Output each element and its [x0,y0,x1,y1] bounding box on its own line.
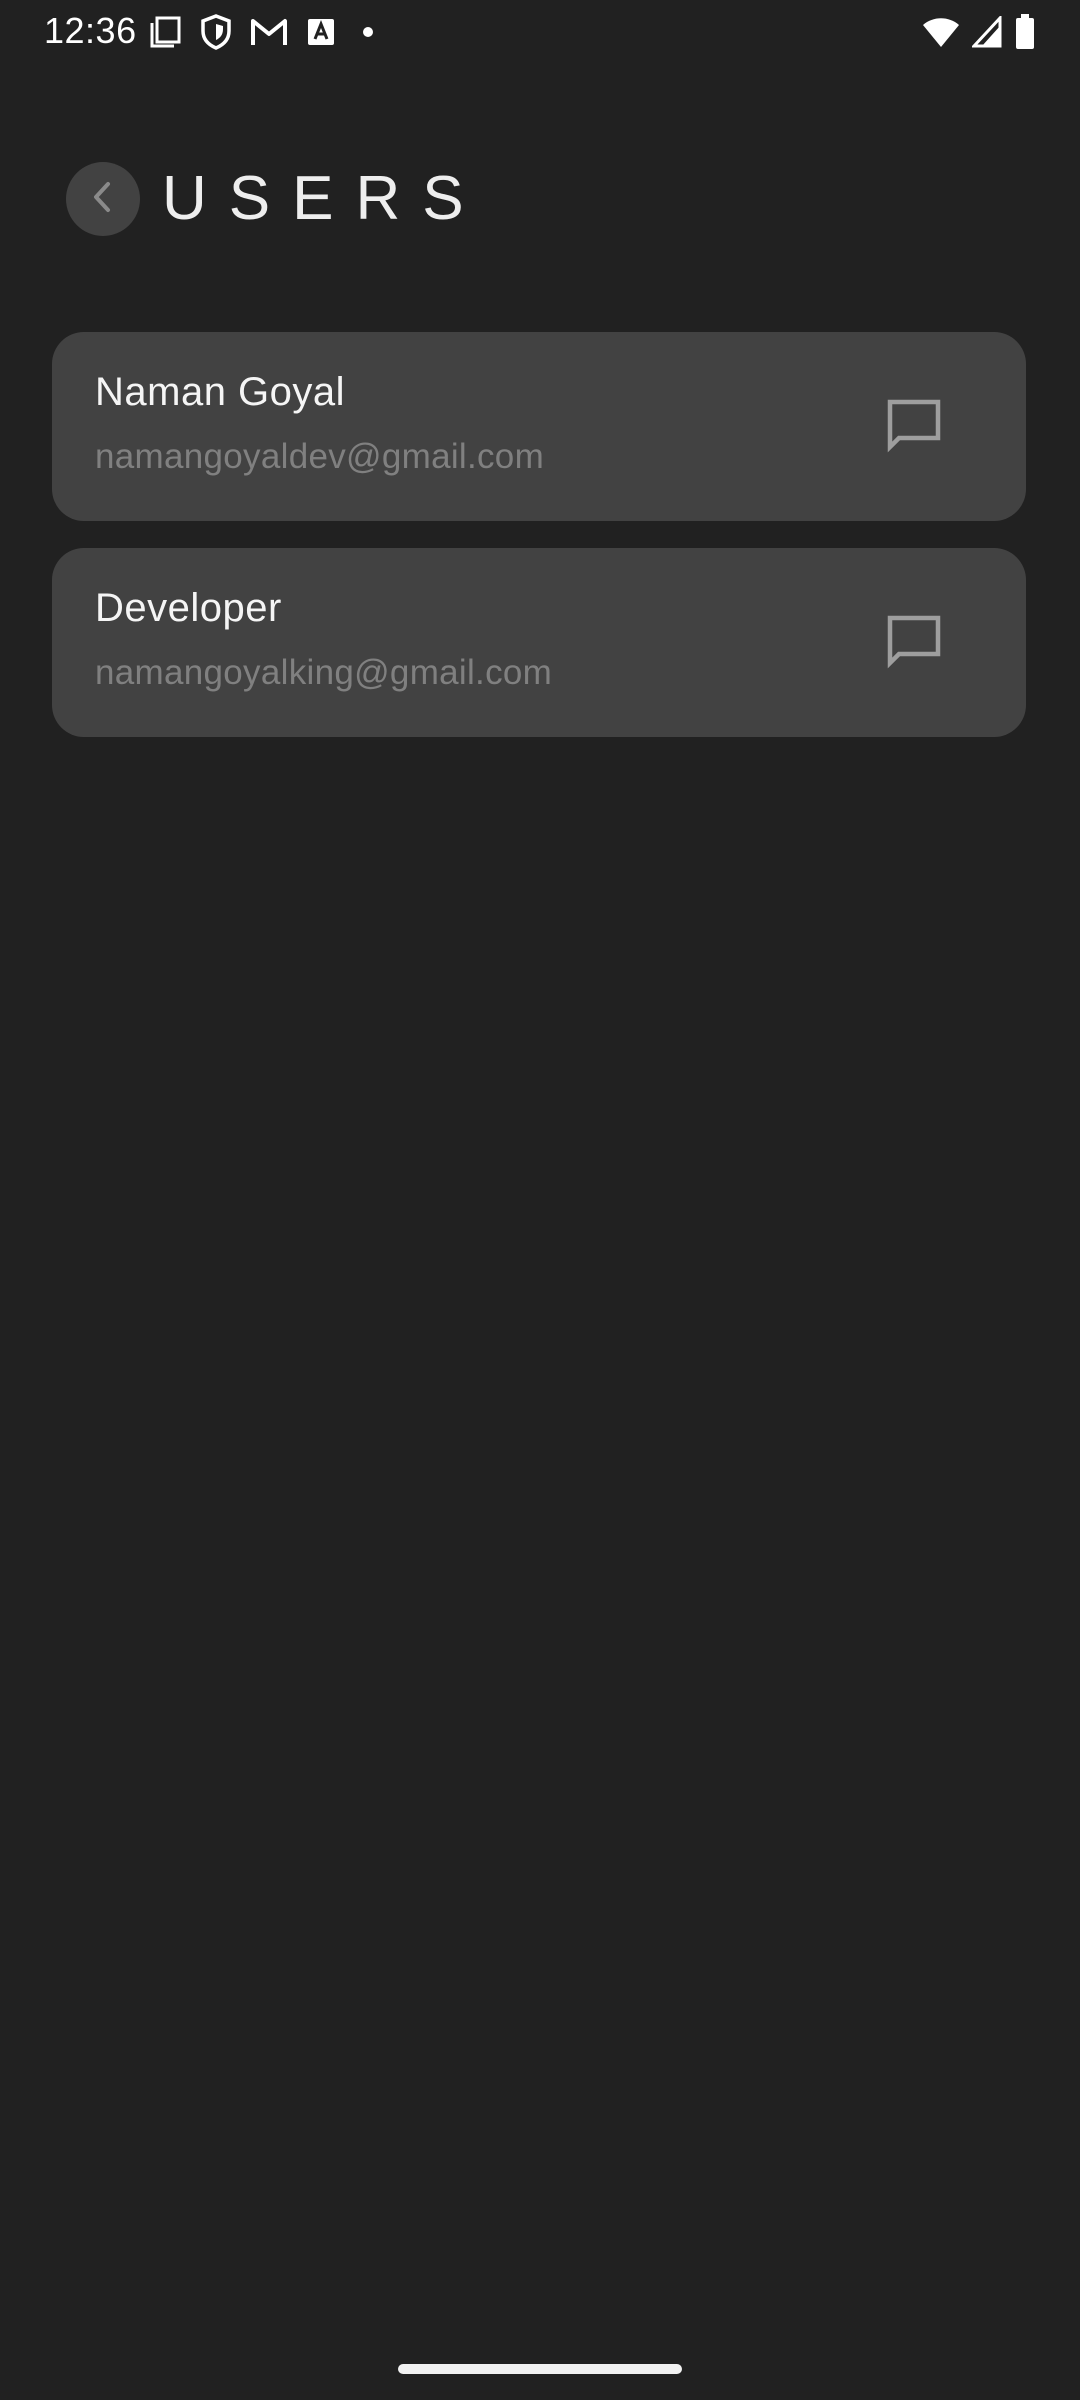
chat-bubble-icon[interactable] [884,396,944,456]
user-email: namangoyalking@gmail.com [95,653,553,692]
status-right-icons [922,12,1036,52]
user-card[interactable]: Naman Goyal namangoyaldev@gmail.com [52,332,1026,521]
chat-bubble-icon[interactable] [884,612,944,672]
home-indicator[interactable] [398,2364,682,2374]
page-title: USERS [162,164,486,233]
shield-icon [200,14,232,50]
screenshot-icon [148,15,182,49]
back-button[interactable] [66,162,140,236]
chevron-left-icon [88,180,118,219]
header: USERS [66,162,486,236]
user-name: Naman Goyal [95,370,346,414]
keyboard-a-icon [306,17,336,47]
signal-icon [972,16,1002,48]
status-time: 12:36 [44,10,137,51]
gmail-icon [250,17,288,47]
user-card[interactable]: Developer namangoyalking@gmail.com [52,548,1026,737]
user-list: Naman Goyal namangoyaldev@gmail.com Deve… [52,332,1026,764]
user-email: namangoyaldev@gmail.com [95,437,545,476]
wifi-icon [922,16,960,48]
status-bar: 12:36 [0,0,1080,62]
dot-icon [354,17,382,47]
user-name: Developer [95,586,282,630]
status-left-icons [148,12,382,52]
battery-icon [1014,14,1036,50]
